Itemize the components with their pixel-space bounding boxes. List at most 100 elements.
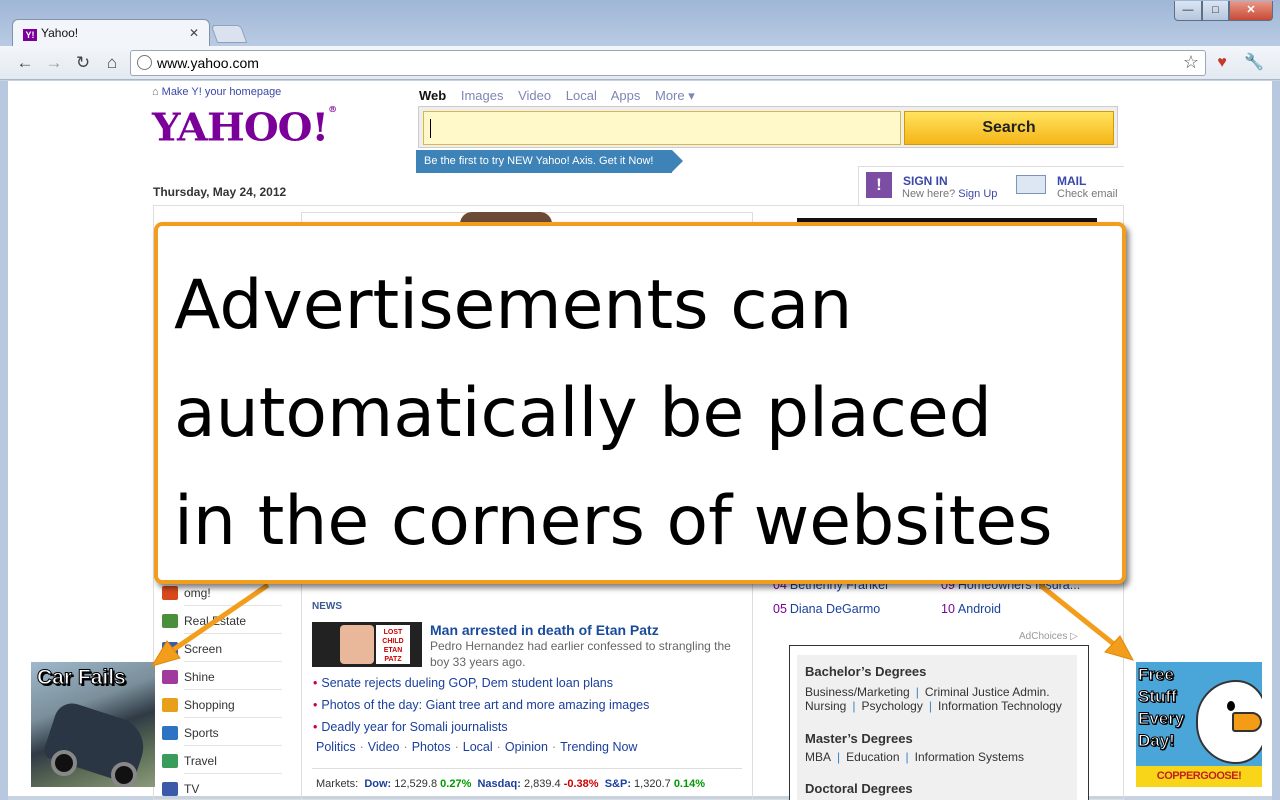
address-bar[interactable]: www.yahoo.com ☆ [130, 50, 1206, 76]
sp-label[interactable]: S&P: [605, 778, 631, 790]
trending-item[interactable]: 10 Android [941, 602, 1001, 616]
wrench-icon[interactable]: 🔧 [1243, 52, 1265, 74]
shopping-icon [162, 698, 178, 712]
sidebar-item-shopping[interactable]: Shopping [162, 696, 282, 718]
separator: | [915, 685, 919, 699]
trending-label: Diana DeGarmo [789, 602, 881, 616]
news-heading: NEWS [312, 601, 342, 612]
nasdaq-label[interactable]: Nasdaq: [477, 778, 520, 790]
degree-link[interactable]: Criminal Justice Admin. [925, 685, 1050, 699]
mail-link[interactable]: MAIL [1057, 174, 1086, 188]
browser-tab[interactable]: Y! Yahoo! ✕ [12, 19, 210, 46]
news-bullet[interactable]: • Deadly year for Somali journalists [313, 720, 508, 734]
search-tabs: Web Images Video Local Apps More ▾ [419, 88, 706, 104]
globe-icon [137, 55, 152, 70]
news-bullet[interactable]: • Photos of the day: Giant tree art and m… [313, 698, 649, 712]
tab-web[interactable]: Web [419, 88, 446, 103]
separator: · [454, 740, 459, 754]
window-border-left [0, 81, 8, 800]
sidebar-item-sports[interactable]: Sports [162, 724, 282, 746]
car-fails-ad[interactable]: Car Fails [31, 662, 155, 787]
sidebar-item-label: omg! [184, 586, 211, 600]
yahoo-logo[interactable]: YAHOO!® [152, 105, 337, 150]
child-photo [340, 625, 374, 664]
reload-icon[interactable]: ↻ [72, 52, 94, 74]
sidebar-item-screen[interactable]: Screen [162, 640, 282, 662]
home-icon[interactable]: ⌂ [101, 52, 123, 74]
missing-poster: LOST CHILD ETAN PATZ [376, 625, 410, 664]
tab-local[interactable]: Local [566, 88, 597, 103]
mail-icon[interactable] [1016, 175, 1046, 194]
degree-link[interactable]: Education [846, 750, 899, 764]
bookmark-star-icon[interactable]: ☆ [1183, 52, 1199, 73]
new-tab-button[interactable] [210, 25, 248, 43]
sidebar-item-travel[interactable]: Travel [162, 752, 282, 774]
check-email-text: Check email [1057, 188, 1118, 200]
dow-change: 0.27% [440, 778, 472, 790]
sign-in-link[interactable]: SIGN IN [903, 174, 948, 188]
news-bullet[interactable]: • Senate rejects dueling GOP, Dem student… [313, 676, 613, 690]
degree-link[interactable]: Psychology [861, 699, 922, 713]
category-politics[interactable]: Politics [316, 740, 356, 754]
window-border-right [1272, 81, 1280, 800]
doctoral-heading[interactable]: Doctoral Degrees [805, 781, 913, 796]
tab-more[interactable]: More ▾ [655, 88, 695, 103]
news-bullet-text: Senate rejects dueling GOP, Dem student … [321, 676, 614, 690]
degree-link[interactable]: MBA [805, 750, 831, 764]
tab-close-icon[interactable]: ✕ [189, 26, 199, 40]
dow-label[interactable]: Dow: [364, 778, 391, 790]
sign-up-prompt: New here? Sign Up [902, 188, 997, 200]
minimize-button[interactable]: — [1174, 1, 1202, 21]
category-opinion[interactable]: Opinion [505, 740, 548, 754]
divider [312, 768, 742, 769]
sidebar-item-tv[interactable]: TV [162, 780, 282, 800]
back-icon[interactable]: ← [14, 52, 36, 74]
separator: | [852, 699, 856, 713]
callout-line-1: Advertisements can [174, 266, 853, 345]
trending-item[interactable]: 05 Diana DeGarmo [773, 602, 880, 616]
axis-promo-banner[interactable]: Be the first to try NEW Yahoo! Axis. Get… [416, 150, 683, 173]
separator: · [403, 740, 408, 754]
maximize-button[interactable]: □ [1202, 1, 1229, 21]
tab-video[interactable]: Video [518, 88, 551, 103]
sidebar-item-label: Travel [184, 754, 217, 768]
extension-icon[interactable]: ♥ [1211, 52, 1233, 74]
category-video[interactable]: Video [368, 740, 400, 754]
degree-link[interactable]: Nursing [805, 699, 846, 713]
separator: | [905, 750, 909, 764]
travel-icon [162, 754, 178, 768]
degree-link[interactable]: Business/Marketing [805, 685, 910, 699]
degree-link[interactable]: Information Technology [938, 699, 1062, 713]
markets-ticker: Markets: Dow: 12,529.8 0.27% Nasdaq: 2,8… [316, 778, 705, 790]
make-homepage-label: Make Y! your homepage [161, 86, 282, 98]
degree-link[interactable]: Information Systems [915, 750, 1024, 764]
sp-value: 1,320.7 [634, 778, 671, 790]
category-photos[interactable]: Photos [412, 740, 451, 754]
separator: | [837, 750, 841, 764]
free-stuff-ad[interactable]: Free Stuff Every Day! COPPERGOOSE! [1136, 662, 1262, 787]
news-headline[interactable]: Man arrested in death of Etan Patz [430, 622, 659, 638]
sidebar-item-omg[interactable]: omg! [162, 584, 282, 606]
category-local[interactable]: Local [463, 740, 493, 754]
sign-up-link[interactable]: Sign Up [958, 188, 997, 200]
tutorial-callout: Advertisements can automatically be plac… [154, 222, 1126, 584]
category-trending-now[interactable]: Trending Now [560, 740, 637, 754]
sports-icon [162, 726, 178, 740]
tab-apps[interactable]: Apps [611, 88, 641, 103]
sidebar-item-real-estate[interactable]: Real Estate [162, 612, 282, 634]
news-thumbnail[interactable]: LOST CHILD ETAN PATZ [312, 622, 422, 667]
sidebar-item-shine[interactable]: Shine [162, 668, 282, 690]
adchoices-link[interactable]: AdChoices ▷ [1019, 631, 1078, 642]
sidebar-item-label: Screen [184, 642, 223, 656]
search-input[interactable] [423, 111, 901, 145]
tab-images[interactable]: Images [461, 88, 504, 103]
search-button[interactable]: Search [904, 111, 1114, 145]
sidebar-item-label: Sports [184, 726, 219, 740]
logo-text: YAHOO! [152, 105, 329, 150]
bachelors-heading[interactable]: Bachelor’s Degrees [805, 664, 926, 679]
masters-heading[interactable]: Master’s Degrees [805, 731, 913, 746]
forward-icon[interactable]: → [43, 52, 65, 74]
make-homepage-link[interactable]: ⌂ Make Y! your homepage [152, 86, 281, 98]
close-window-button[interactable]: ✕ [1229, 1, 1273, 21]
sign-in-icon[interactable]: ! [866, 172, 892, 198]
